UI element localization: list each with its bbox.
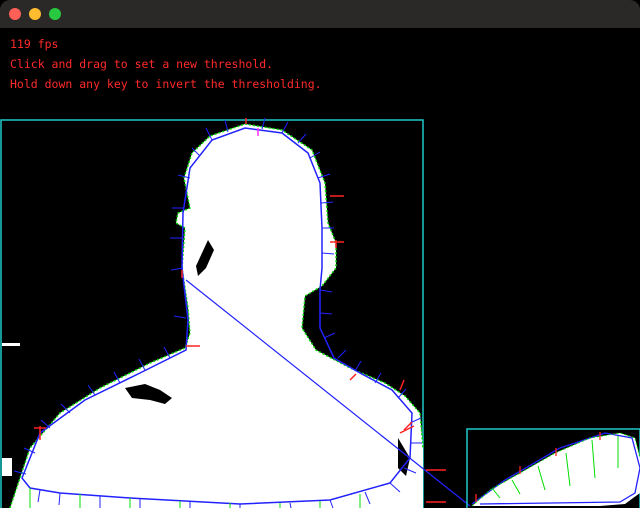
silhouette-view[interactable] bbox=[0, 28, 640, 508]
close-button[interactable] bbox=[9, 8, 21, 20]
render-canvas[interactable]: 119 fps Click and drag to set a new thre… bbox=[0, 28, 640, 508]
fps-counter: 119 fps bbox=[10, 37, 59, 51]
speck-left bbox=[2, 343, 20, 346]
instruction-invert: Hold down any key to invert the threshol… bbox=[10, 77, 322, 91]
window-titlebar bbox=[0, 0, 640, 28]
maximize-button[interactable] bbox=[49, 8, 61, 20]
silhouette-shape bbox=[10, 124, 423, 508]
minimize-button[interactable] bbox=[29, 8, 41, 20]
speck-left-2 bbox=[2, 458, 12, 476]
instruction-drag: Click and drag to set a new threshold. bbox=[10, 57, 274, 71]
